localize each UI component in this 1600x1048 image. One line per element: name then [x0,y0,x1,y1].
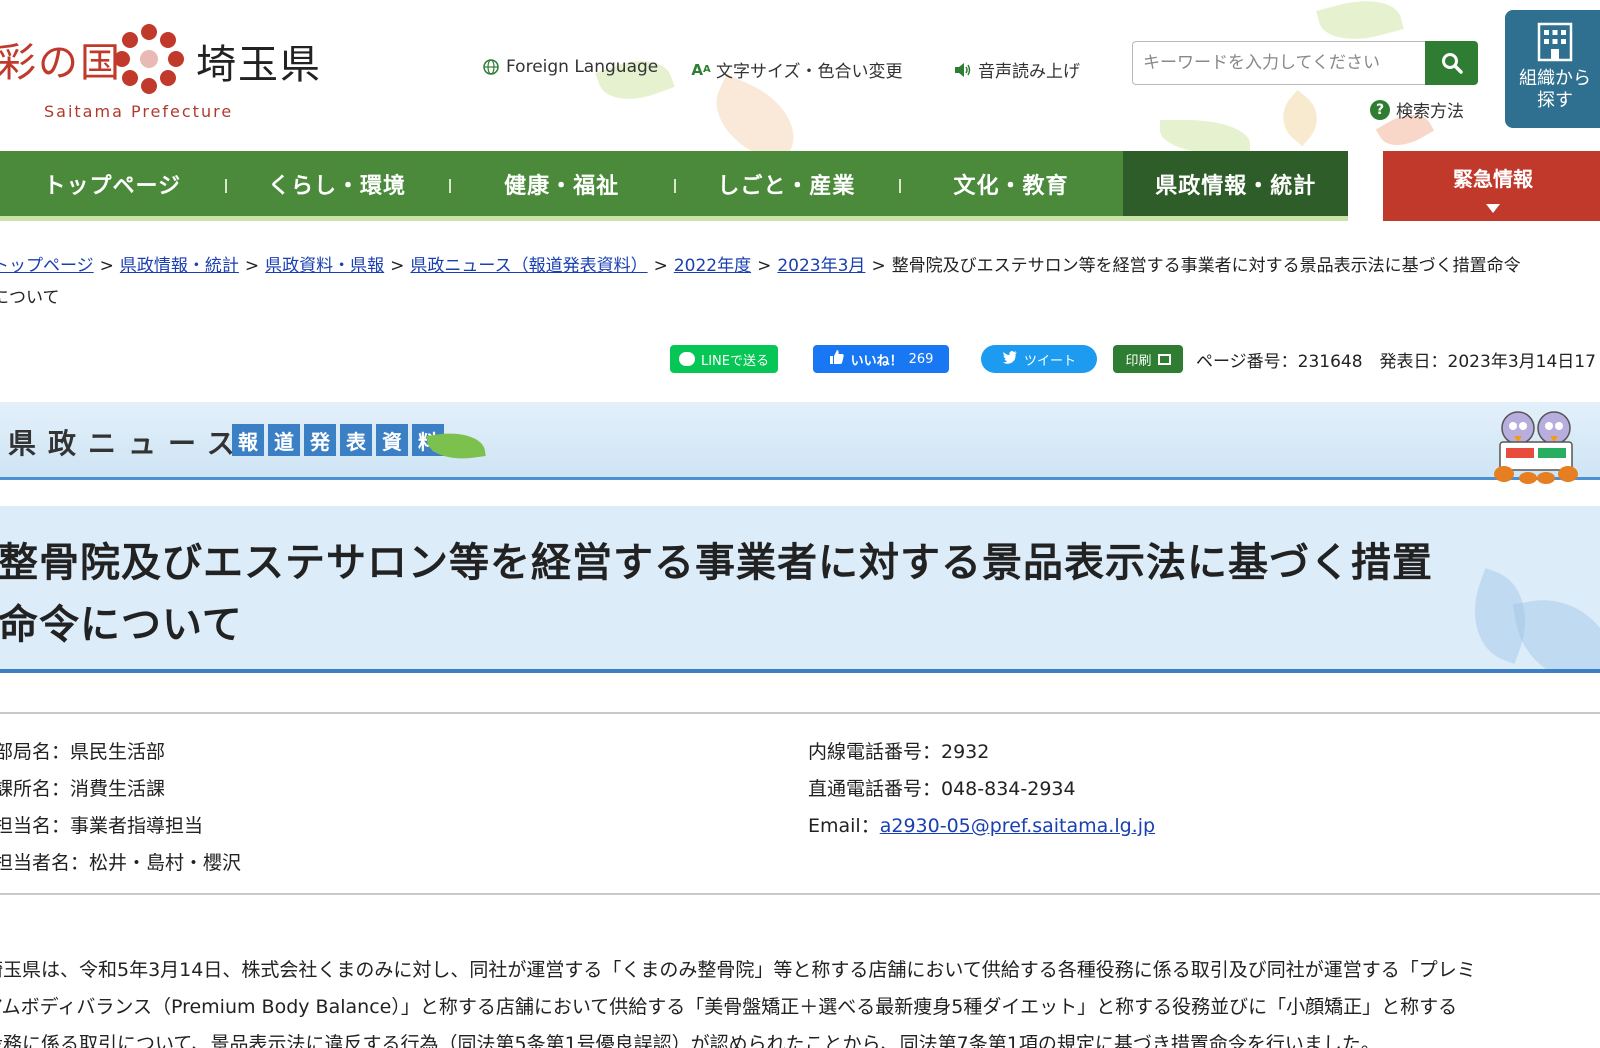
line-share-button[interactable]: LINEで送る [670,345,778,373]
breadcrumb-separator: > [653,256,668,276]
breadcrumb-link-2023-03[interactable]: 2023年3月 [777,256,865,276]
building-icon [1537,22,1573,62]
nav-living-environment[interactable]: くらし・環境 [224,151,450,216]
twitter-bird-icon [1002,350,1018,368]
tweet-button[interactable]: ツイート [981,345,1097,373]
page-title: 整骨院及びエステサロン等を経営する事業者に対する景品表示法に基づく措置 命令につ… [0,532,1578,656]
breadcrumb-current: 整骨院及びエステサロン等を経営する事業者に対する景品表示法に基づく措置命令 [891,256,1521,276]
contact-section: 課所名：消費生活課 [0,778,166,800]
article-paragraph-line: 役務に係る取引について、景品表示法に違反する行為（同法第5条第1号優良誤認）が認… [0,1033,1380,1048]
print-label: 印刷 [1125,353,1152,369]
print-button[interactable]: 印刷 [1113,345,1183,373]
breadcrumb-link-prefectural-info[interactable]: 県政情報・統計 [120,256,239,276]
breadcrumb-link-news[interactable]: 県政ニュース（報道発表資料） [410,256,647,276]
news-banner-title: 県政ニュース [8,427,247,460]
site-logo[interactable]: 彩の国 埼玉県 Saitama Prefecture [0,0,330,130]
voice-reading-link[interactable]: 音声読み上げ [954,57,1080,82]
text-size-label: 文字サイズ・色合い変更 [716,62,903,82]
nav-top-page[interactable]: トップページ [0,151,225,216]
mascot-koba-ton-icon [1494,411,1578,484]
question-icon: ? [1370,99,1390,120]
page-title-line1: 整骨院及びエステサロン等を経営する事業者に対する景品表示法に基づく措置 [0,540,1433,586]
org-search-label: 組織から探す [1519,68,1591,111]
nav-prefectural-info[interactable]: 県政情報・統計 [1123,151,1349,216]
search-button[interactable] [1425,41,1478,85]
contact-email-row: Email：a2930-05@pref.saitama.lg.jp [808,808,1155,845]
nav-work-industry[interactable]: しごと・産業 [674,151,899,216]
line-share-label: LINEで送る [700,353,769,369]
speaker-icon [954,61,972,79]
search-help-label: 検索方法 [1396,102,1464,122]
emergency-label: 緊急情報 [1453,167,1533,191]
logo-text: 彩の国 [0,40,122,86]
facebook-like-button[interactable]: いいね！ 269 [813,345,949,373]
facebook-like-count: 269 [908,351,934,367]
search-input[interactable] [1132,41,1426,85]
facebook-like-label: いいね！ [850,353,903,369]
breadcrumb-separator: > [871,256,886,276]
voice-reading-label: 音声読み上げ [978,62,1080,82]
contact-left-column: 部局名：県民生活部 課所名：消費生活課 担当名：事業者指導担当 担当者名：松井・… [0,734,241,882]
global-nav: トップページ くらし・環境 健康・福祉 しごと・産業 文化・教育 県政情報・統計 [0,151,1349,221]
logo-prefecture-name: 埼玉県 [196,42,322,88]
news-tag-char: 道 [268,424,300,456]
search-help-link[interactable]: ? 検索方法 [1370,97,1464,122]
logo-roman: Saitama Prefecture [44,102,234,121]
text-size-icon: AA [691,60,711,79]
breadcrumb-separator: > [390,256,405,276]
breadcrumb-link-fy2022[interactable]: 2022年度 [674,256,751,276]
article-paragraph-line: アムボディバランス（Premium Body Balance）」と称する店舗にお… [0,996,1458,1018]
foreign-language-link[interactable]: Foreign Language [482,57,658,77]
print-icon [1157,353,1171,365]
decor-leaf [1160,120,1250,154]
site-header: 彩の国 埼玉県 Saitama Prefecture Foreign Langu… [0,0,1600,167]
saitama-flower-logo-icon [114,24,184,94]
text-size-color-link[interactable]: AA 文字サイズ・色合い変更 [691,57,903,83]
line-icon [678,352,695,366]
news-tag-char: 資 [376,424,408,456]
news-tag-char: 報 [232,424,264,456]
breadcrumb-link-documents[interactable]: 県政資料・県報 [265,256,384,276]
foreign-language-label: Foreign Language [506,57,659,77]
globe-icon [482,58,500,76]
nav-health-welfare[interactable]: 健康・福祉 [449,151,674,216]
contact-right-column: 内線電話番号：2932 直通電話番号：048-834-2934 Email：a2… [808,734,1155,845]
contact-extension: 内線電話番号：2932 [808,741,990,763]
page-title-line2: 命令について [0,602,243,648]
breadcrumb: トップページ > 県政情報・統計 > 県政資料・県報 > 県政ニュース（報道発表資料） >20… [0,250,1600,314]
page-meta: ページ番号：231648 発表日：2023年3月14日17 [1196,352,1596,372]
breadcrumb-current-cont: について [0,288,60,308]
contact-info: 部局名：県民生活部 課所名：消費生活課 担当名：事業者指導担当 担当者名：松井・… [0,712,1600,895]
decor-leaf [1271,89,1329,147]
news-tag-char: 発 [304,424,336,456]
article-paragraph-line: 埼玉県は、令和5年3月14日、株式会社くまのみに対し、同社が運営する「くまのみ整… [0,959,1476,981]
article-body: 埼玉県は、令和5年3月14日、株式会社くまのみに対し、同社が運営する「くまのみ整… [0,952,1600,1048]
page-title-box: 整骨院及びエステサロン等を経営する事業者に対する景品表示法に基づく措置 命令につ… [0,506,1600,673]
news-banner-tags: 報 道 発 表 資 料 [232,424,444,456]
nav-culture-education[interactable]: 文化・教育 [898,151,1124,216]
breadcrumb-link-top[interactable]: トップページ [0,256,94,276]
emergency-info-button[interactable]: 緊急情報 [1383,151,1600,223]
contact-direct-phone: 直通電話番号：048-834-2934 [808,778,1076,800]
breadcrumb-separator: > [244,256,260,276]
triangle-down-icon [1486,204,1500,213]
contact-email-link[interactable]: a2930-05@pref.saitama.lg.jp [880,815,1155,837]
news-tag-char: 表 [340,424,372,456]
news-banner: 県政ニュース 報 道 発 表 資 料 [0,402,1600,484]
contact-person: 担当者名：松井・島村・櫻沢 [0,852,242,874]
thumbs-up-icon [829,349,845,369]
contact-email-label: Email： [808,815,880,837]
tweet-label: ツイート [1023,353,1076,369]
search-icon [1441,53,1463,74]
contact-department: 部局名：県民生活部 [0,741,166,763]
breadcrumb-separator: > [99,256,114,276]
org-search-button[interactable]: 組織から探す [1505,10,1600,128]
contact-team: 担当名：事業者指導担当 [0,815,204,837]
breadcrumb-separator: > [757,256,772,276]
